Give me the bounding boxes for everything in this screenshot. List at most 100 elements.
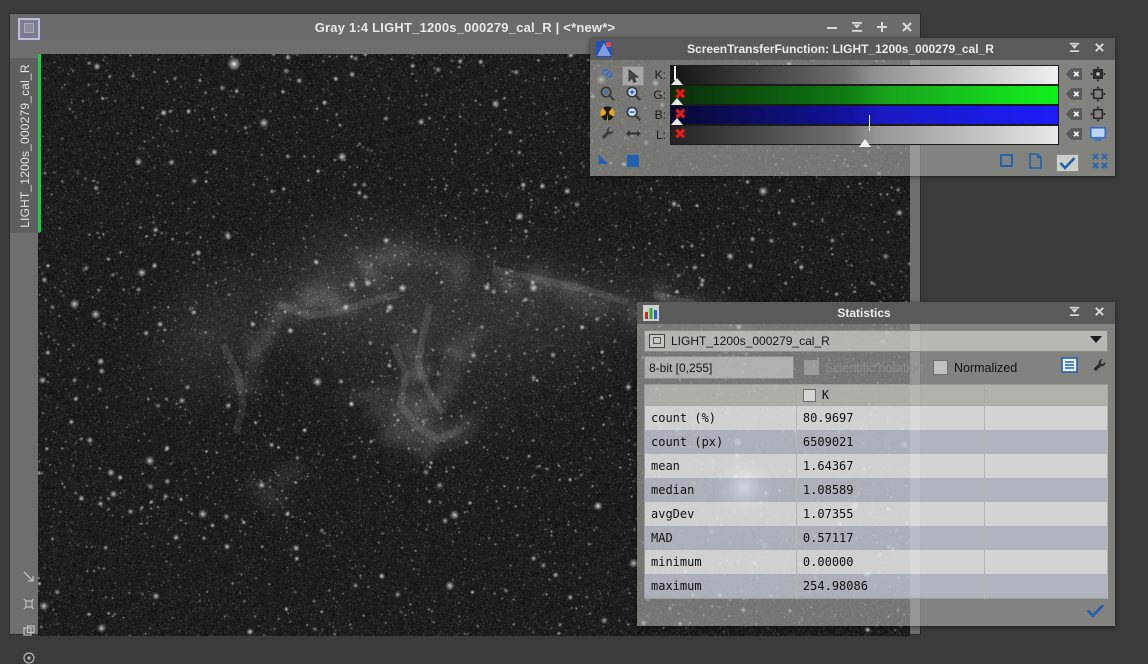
checkbox-box [933,360,948,375]
shade-button[interactable] [1068,41,1081,57]
reset-channel-l-button[interactable] [1065,127,1083,146]
stf-row-k: K: [646,66,1059,84]
header-blank [645,385,797,406]
link-channels-icon[interactable] [599,65,616,87]
stat-label: MAD [645,526,797,550]
stat-value-k: 0.00000 [796,550,984,574]
expand-horizontal-icon[interactable] [625,125,642,147]
minimize-button[interactable] [825,20,839,34]
stat-value-k: 1.64367 [796,454,984,478]
duplicate-window-icon[interactable] [22,624,36,638]
apply-button[interactable] [1086,603,1105,623]
stf-icon [595,40,613,58]
image-window-tools [18,570,40,664]
target-k-button[interactable] [1090,66,1106,87]
table-row[interactable]: count (%)80.9697 [645,406,1108,431]
blue-square-icon[interactable] [626,154,640,173]
table-row[interactable]: MAD0.57117 [645,526,1108,550]
table-row[interactable]: count (px)6509021 [645,430,1108,454]
stat-cell-empty [985,574,1108,599]
statistics-panel[interactable]: Statistics LIGHT_1200s_000279_ [637,302,1115,626]
normalized-checkbox[interactable]: Normalized [933,360,1017,375]
stat-label: median [645,478,797,502]
pointer-tool-icon[interactable] [623,67,643,85]
stf-slider-g[interactable]: ✖ [670,85,1059,105]
stf-tool-icons [594,66,646,146]
channel-label-b: B: [646,108,670,122]
stf-titlebar[interactable]: ScreenTransferFunction: LIGHT_1200s_0002… [590,38,1115,60]
stat-value-k: 1.08589 [796,478,984,502]
shade-button[interactable] [1068,305,1081,321]
collapse-button[interactable] [1092,153,1108,174]
close-button[interactable] [900,20,914,34]
channel-label-g: G: [646,88,670,102]
stat-label: minimum [645,550,797,574]
stf-channel-rows: K: G: ✖ B: ✖ [646,66,1059,146]
scientific-notation-checkbox[interactable]: Scientific notation [804,360,923,375]
table-row[interactable]: median1.08589 [645,478,1108,502]
stf-slider-k[interactable] [670,65,1059,85]
header-k[interactable]: K [796,385,984,406]
reset-button[interactable] [999,153,1014,173]
stat-cell-empty [985,550,1108,574]
apply-button[interactable] [1057,155,1078,171]
channel-label-k: K: [646,68,670,82]
table-row[interactable]: mean1.64367 [645,454,1108,478]
close-button[interactable] [1093,305,1106,321]
fit-view-icon[interactable] [22,597,36,611]
shade-button[interactable] [850,20,864,34]
target-g-button[interactable] [1090,86,1106,107]
table-header-row: K [645,385,1108,406]
stat-cell-empty [985,502,1108,526]
reset-channel-k-button[interactable] [1065,67,1083,86]
view-selector-value: LIGHT_1200s_000279_cal_R [671,334,830,348]
screen-transfer-function-panel[interactable]: ScreenTransferFunction: LIGHT_1200s_0002… [590,38,1115,176]
stat-cell-empty [985,454,1108,478]
text-view-icon[interactable] [1061,357,1078,378]
header-k-label: K [822,388,829,402]
table-row[interactable]: avgDev1.07355 [645,502,1108,526]
channel-k-checkbox[interactable] [803,389,816,402]
statistics-titlebar[interactable]: Statistics [637,302,1115,324]
header-blank-2 [985,385,1108,406]
stat-label: maximum [645,574,797,599]
new-document-button[interactable] [1028,153,1043,174]
new-instance-icon[interactable] [597,153,612,173]
resize-arrow-icon[interactable] [22,570,36,584]
zoom-in-icon[interactable] [625,85,642,107]
stat-value-k: 6509021 [796,430,984,454]
channel-label-l: L: [646,128,670,142]
image-window-titlebar[interactable]: Gray 1:4 LIGHT_1200s_000279_cal_R | <*ne… [10,14,920,40]
window-icon [18,18,40,40]
range-selector-value: 8-bit [0,255] [649,361,712,375]
zoom-readout-icon[interactable] [599,85,616,107]
maximize-button[interactable] [875,20,889,34]
view-tab[interactable]: LIGHT_1200s_000279_cal_R [10,58,40,233]
preferences-wrench-icon[interactable] [1091,357,1108,379]
pixinsight-workspace: Gray 1:4 LIGHT_1200s_000279_cal_R | <*ne… [0,0,1148,664]
stf-row-buttons [1062,66,1110,146]
target-circle-icon[interactable] [22,651,36,664]
settings-wrench-icon[interactable] [599,125,616,147]
close-button[interactable] [1093,41,1106,57]
stf-title: ScreenTransferFunction: LIGHT_1200s_0002… [613,42,1068,56]
stat-label: count (%) [645,406,797,431]
range-selector[interactable]: 8-bit [0,255] [644,356,794,379]
stat-cell-empty [985,526,1108,550]
stf-slider-l[interactable]: ✖ [670,125,1059,145]
screen-preview-button[interactable] [1089,126,1107,147]
table-row[interactable]: minimum0.00000 [645,550,1108,574]
stf-slider-b[interactable]: ✖ [670,105,1059,125]
reset-channel-g-button[interactable] [1065,87,1083,106]
chevron-down-icon [1090,336,1102,343]
view-selector[interactable]: LIGHT_1200s_000279_cal_R [644,330,1108,352]
image-window-controls [825,14,914,40]
image-window-title: Gray 1:4 LIGHT_1200s_000279_cal_R | <*ne… [315,20,616,35]
auto-stretch-icon[interactable] [599,105,616,127]
zoom-out-icon[interactable] [625,105,642,127]
target-b-button[interactable] [1090,106,1106,127]
reset-channel-b-button[interactable] [1065,107,1083,126]
statistics-body: LIGHT_1200s_000279_cal_R 8-bit [0,255] S… [637,324,1115,626]
stat-value-k: 0.57117 [796,526,984,550]
table-row[interactable]: maximum254.98086 [645,574,1108,599]
